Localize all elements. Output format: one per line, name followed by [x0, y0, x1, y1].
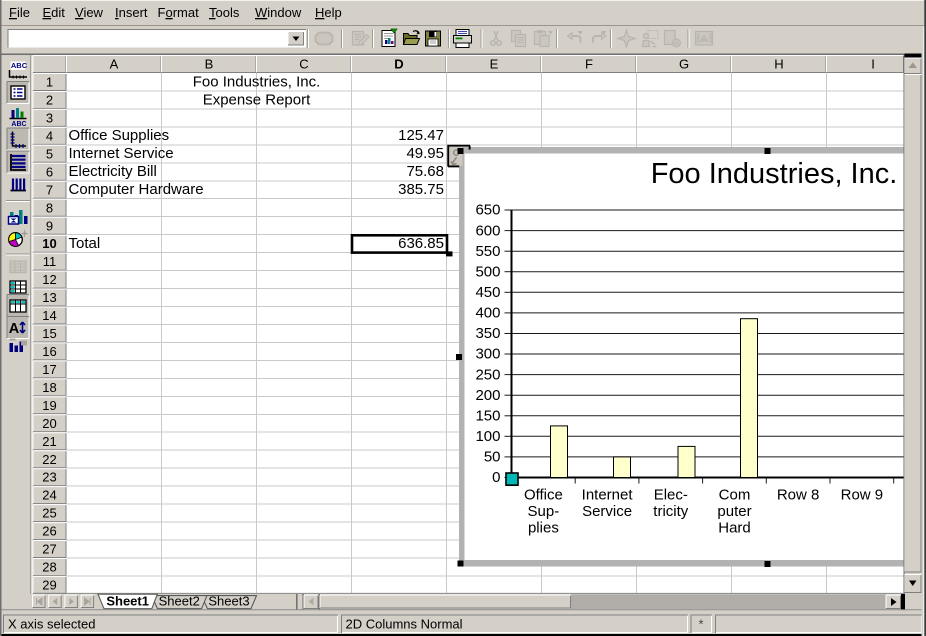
svg-text:Format: Format — [158, 5, 200, 20]
svg-text:G: G — [679, 57, 689, 72]
svg-text:2D Columns Normal: 2D Columns Normal — [346, 617, 463, 632]
svg-text:Foo Industries, Inc.: Foo Industries, Inc. — [651, 158, 898, 190]
svg-text:385.75: 385.75 — [398, 181, 444, 198]
svg-text:Sheet1: Sheet1 — [106, 594, 149, 609]
svg-text:10: 10 — [42, 236, 56, 251]
svg-text:A: A — [110, 57, 119, 72]
svg-text:27: 27 — [42, 542, 56, 557]
svg-text:25: 25 — [42, 506, 56, 521]
svg-text:Electricity Bill: Electricity Bill — [69, 163, 157, 180]
svg-text:500: 500 — [475, 263, 500, 280]
svg-text:14: 14 — [42, 308, 56, 323]
svg-text:2: 2 — [46, 93, 53, 108]
svg-text:75.68: 75.68 — [406, 163, 444, 180]
svg-text:Office Supplies: Office Supplies — [69, 127, 170, 144]
svg-text:File: File — [9, 5, 30, 20]
svg-text:I: I — [871, 57, 875, 72]
svg-text:23: 23 — [42, 470, 56, 485]
svg-text:21: 21 — [42, 434, 56, 449]
svg-text:C: C — [299, 57, 308, 72]
svg-text:29: 29 — [42, 578, 56, 593]
svg-text:15: 15 — [42, 326, 56, 341]
svg-text:250: 250 — [475, 366, 500, 383]
svg-text:Elec-: Elec- — [654, 487, 688, 504]
svg-text:16: 16 — [42, 344, 56, 359]
svg-text:Computer Hardware: Computer Hardware — [69, 181, 204, 198]
svg-text:Edit: Edit — [43, 5, 66, 20]
svg-text:Sup-: Sup- — [528, 503, 560, 520]
svg-text:Insert: Insert — [115, 5, 148, 20]
svg-text:6: 6 — [46, 164, 53, 179]
svg-text:636.85: 636.85 — [398, 235, 444, 252]
svg-text:13: 13 — [42, 290, 56, 305]
svg-text:9: 9 — [46, 218, 53, 233]
svg-text:17: 17 — [42, 362, 56, 377]
svg-text:F: F — [585, 57, 593, 72]
svg-text:B: B — [205, 57, 214, 72]
svg-text:450: 450 — [475, 284, 500, 301]
svg-text:Internet: Internet — [582, 487, 634, 504]
svg-text:Hard: Hard — [718, 520, 751, 537]
svg-text:28: 28 — [42, 560, 56, 575]
svg-text:4: 4 — [46, 129, 53, 144]
svg-text:400: 400 — [475, 305, 500, 322]
svg-text:Row 9: Row 9 — [841, 487, 884, 504]
svg-text:7: 7 — [46, 182, 53, 197]
svg-text:A: A — [9, 321, 20, 337]
svg-text:Service: Service — [582, 503, 632, 520]
svg-text:24: 24 — [42, 488, 56, 503]
svg-text:puter: puter — [717, 503, 751, 520]
svg-text:Office: Office — [524, 487, 563, 504]
svg-text:X axis selected: X axis selected — [8, 617, 95, 632]
svg-text:Foo Industries, Inc.: Foo Industries, Inc. — [193, 73, 321, 90]
svg-text:19: 19 — [42, 398, 56, 413]
svg-text:tricity: tricity — [653, 503, 688, 520]
svg-text:12: 12 — [42, 272, 56, 287]
svg-text:300: 300 — [475, 346, 500, 363]
svg-text:18: 18 — [42, 380, 56, 395]
svg-text:Total: Total — [69, 235, 101, 252]
svg-text:Expense Report: Expense Report — [203, 91, 311, 108]
svg-text:Window: Window — [255, 5, 302, 20]
svg-text:100: 100 — [475, 428, 500, 445]
svg-text:Row 8: Row 8 — [777, 487, 820, 504]
svg-text:5: 5 — [46, 146, 53, 161]
svg-text:Sheet2: Sheet2 — [159, 594, 200, 609]
svg-text:E: E — [490, 57, 499, 72]
svg-text:3: 3 — [46, 111, 53, 126]
svg-text:Com: Com — [719, 487, 751, 504]
svg-text:Internet Service: Internet Service — [69, 145, 174, 162]
svg-text:550: 550 — [475, 243, 500, 260]
svg-text:Tools: Tools — [209, 5, 240, 20]
svg-text:1: 1 — [46, 75, 53, 90]
svg-text:8: 8 — [46, 200, 53, 215]
svg-text:Help: Help — [315, 5, 342, 20]
svg-text:350: 350 — [475, 325, 500, 342]
svg-text:ABC: ABC — [11, 121, 26, 128]
svg-text:D: D — [394, 57, 403, 72]
svg-text:H: H — [774, 57, 783, 72]
svg-text:View: View — [75, 5, 104, 20]
svg-text:26: 26 — [42, 524, 56, 539]
svg-text:650: 650 — [475, 202, 500, 219]
svg-text:50: 50 — [484, 449, 501, 466]
svg-text:*: * — [698, 617, 703, 632]
svg-text:22: 22 — [42, 452, 56, 467]
svg-text:600: 600 — [475, 222, 500, 239]
svg-text:0: 0 — [492, 469, 500, 486]
svg-text:49.95: 49.95 — [406, 145, 444, 162]
svg-text:Sheet3: Sheet3 — [208, 594, 249, 609]
svg-text:200: 200 — [475, 387, 500, 404]
svg-text:ABC: ABC — [11, 61, 28, 70]
svg-text:plies: plies — [528, 520, 559, 537]
svg-text:11: 11 — [43, 254, 57, 269]
svg-text:150: 150 — [475, 408, 500, 425]
svg-text:125.47: 125.47 — [398, 127, 444, 144]
svg-text:20: 20 — [42, 416, 56, 431]
